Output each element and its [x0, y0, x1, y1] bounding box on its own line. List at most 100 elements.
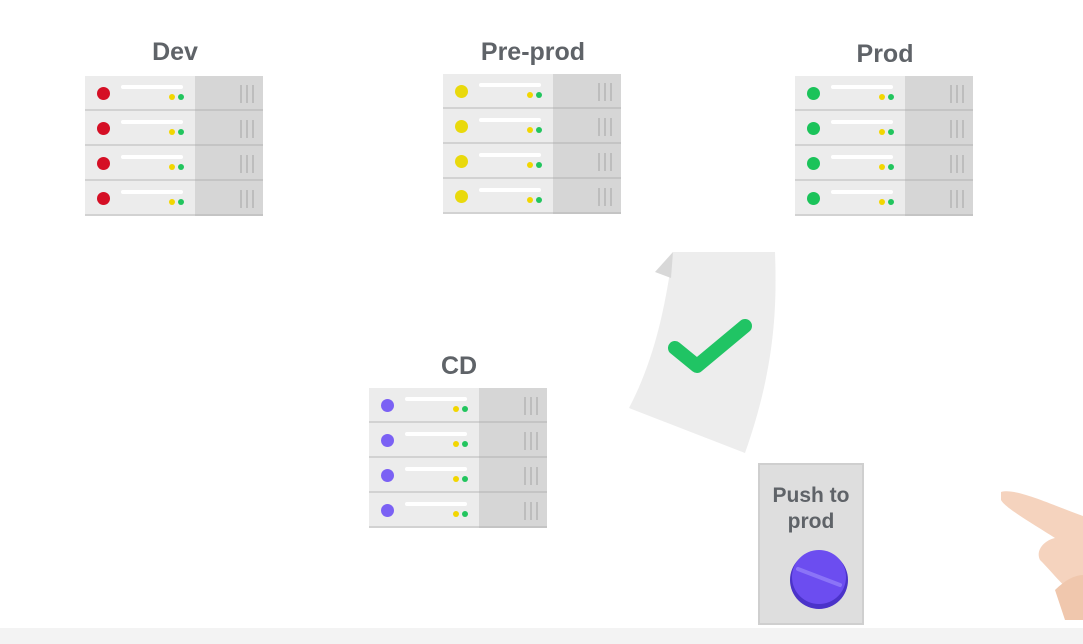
status-led-icon	[97, 87, 110, 100]
power-light-icon	[536, 197, 542, 203]
server-side-panel	[195, 76, 263, 111]
document-folded-corner	[655, 252, 673, 278]
server-unit	[443, 109, 621, 144]
drive-slot	[121, 190, 183, 194]
drive-slot	[405, 432, 467, 436]
cd-server-stack: CD	[369, 352, 549, 537]
status-led-icon	[381, 504, 394, 517]
server-unit	[795, 181, 973, 216]
drive-slot	[831, 85, 893, 89]
vent-grille	[598, 118, 600, 136]
server-unit	[443, 179, 621, 214]
server-side-panel	[479, 493, 547, 528]
activity-light-icon	[527, 127, 533, 133]
power-light-icon	[888, 129, 894, 135]
power-light-icon	[888, 94, 894, 100]
status-led-icon	[381, 399, 394, 412]
vent-grille	[610, 153, 612, 171]
vent-grille	[240, 120, 242, 138]
server-side-panel	[905, 76, 973, 111]
activity-light-icon	[527, 92, 533, 98]
power-light-icon	[462, 476, 468, 482]
status-led-icon	[381, 434, 394, 447]
push-to-prod-box: Push to prod	[758, 463, 864, 625]
server-side-panel	[553, 109, 621, 144]
vent-grille	[962, 85, 964, 103]
server-front-panel	[369, 423, 479, 458]
activity-light-icon	[879, 199, 885, 205]
drive-slot	[121, 120, 183, 124]
drive-slot	[405, 397, 467, 401]
status-led-icon	[455, 190, 468, 203]
prod-server-stack: Prod	[795, 40, 975, 225]
prod-title: Prod	[856, 40, 914, 68]
server-side-panel	[553, 144, 621, 179]
drive-slot	[479, 118, 541, 122]
server-front-panel	[795, 76, 905, 111]
vent-grille	[530, 432, 532, 450]
drive-slot	[831, 120, 893, 124]
server-side-panel	[195, 181, 263, 216]
server-unit	[795, 146, 973, 181]
server-unit	[443, 74, 621, 109]
server-front-panel	[85, 111, 195, 146]
vent-grille	[524, 432, 526, 450]
power-light-icon	[178, 199, 184, 205]
status-led-icon	[455, 155, 468, 168]
activity-light-icon	[527, 162, 533, 168]
vent-grille	[610, 83, 612, 101]
server-side-panel	[905, 111, 973, 146]
vent-grille	[530, 502, 532, 520]
push-button-icon[interactable]	[788, 547, 850, 609]
server-front-panel	[443, 179, 553, 214]
server-side-panel	[905, 146, 973, 181]
vent-grille	[604, 83, 606, 101]
floor-band	[0, 628, 1083, 644]
vent-grille	[530, 467, 532, 485]
server-front-panel	[369, 458, 479, 493]
server-front-panel	[795, 146, 905, 181]
server-front-panel	[443, 74, 553, 109]
server-front-panel	[369, 388, 479, 423]
activity-light-icon	[169, 129, 175, 135]
status-led-icon	[807, 122, 820, 135]
server-unit	[85, 146, 263, 181]
vent-grille	[950, 190, 952, 208]
server-side-panel	[479, 458, 547, 493]
hand-icon	[1001, 491, 1083, 620]
activity-light-icon	[527, 197, 533, 203]
drive-slot	[479, 83, 541, 87]
vent-grille	[240, 85, 242, 103]
server-front-panel	[443, 109, 553, 144]
vent-grille	[524, 397, 526, 415]
vent-grille	[536, 432, 538, 450]
preprod-server-stack: Pre-prod	[443, 38, 623, 223]
activity-light-icon	[169, 94, 175, 100]
vent-grille	[956, 120, 958, 138]
drive-slot	[479, 153, 541, 157]
vent-grille	[246, 155, 248, 173]
power-light-icon	[462, 406, 468, 412]
status-led-icon	[97, 157, 110, 170]
activity-light-icon	[453, 406, 459, 412]
vent-grille	[246, 120, 248, 138]
vent-grille	[598, 83, 600, 101]
server-unit	[369, 388, 547, 423]
preprod-title: Pre-prod	[480, 38, 586, 66]
vent-grille	[252, 120, 254, 138]
power-light-icon	[536, 162, 542, 168]
activity-light-icon	[453, 476, 459, 482]
status-led-icon	[807, 192, 820, 205]
power-light-icon	[462, 511, 468, 517]
server-unit	[85, 181, 263, 216]
power-light-icon	[178, 94, 184, 100]
vent-grille	[604, 188, 606, 206]
server-front-panel	[795, 111, 905, 146]
vent-grille	[962, 190, 964, 208]
power-light-icon	[536, 92, 542, 98]
server-side-panel	[479, 388, 547, 423]
vent-grille	[604, 153, 606, 171]
activity-light-icon	[169, 199, 175, 205]
vent-grille	[246, 85, 248, 103]
vent-grille	[252, 155, 254, 173]
